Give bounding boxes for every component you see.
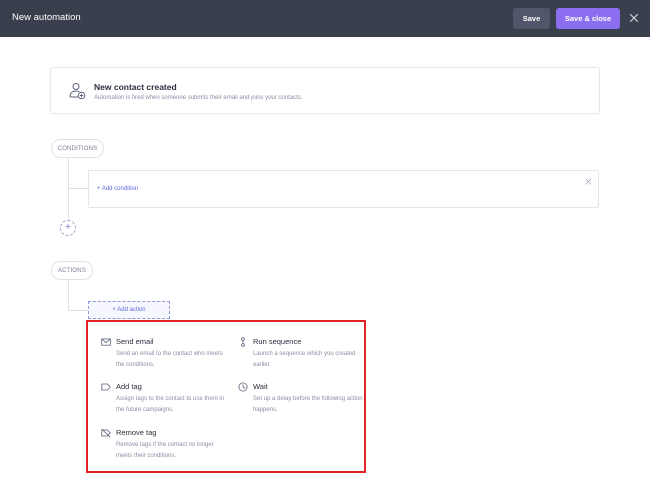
trigger-card[interactable]: New contact created Automation is fired … [50,67,600,114]
action-option-name: Run sequence [253,337,302,346]
trigger-description: Automation is fired when someone submits… [94,95,303,101]
add-branch-button[interactable]: + [60,220,76,236]
action-option-description: Set up a delay before the following acti… [253,396,363,413]
add-condition-link[interactable]: + Add condition [97,186,138,192]
action-option-description: Send an email to the contact who meets t… [116,351,223,368]
actions-label: ACTIONS [51,261,93,280]
action-option-name: Remove tag [116,428,157,437]
close-icon[interactable] [628,12,640,24]
close-icon[interactable] [585,178,592,185]
action-option-wait[interactable]: Wait Set up a delay before the following… [238,382,363,414]
conditions-box: + Add condition [88,170,599,208]
action-option-send-email[interactable]: Send email Send an email to the contact … [101,337,231,369]
action-option-name: Add tag [116,382,142,391]
envelope-icon [101,338,111,346]
connector-line [68,158,69,220]
user-add-icon [69,83,86,100]
tag-icon [101,383,111,391]
page-title: New automation [12,12,81,23]
plus-icon: + [65,222,71,233]
tag-remove-icon [101,428,111,438]
connector-line [68,310,88,311]
action-option-remove-tag[interactable]: Remove tag Remove tags if the contact no… [101,428,231,460]
action-option-name: Send email [116,337,154,346]
clock-icon [238,382,248,392]
action-option-name: Wait [253,382,268,391]
connector-line [68,188,88,189]
conditions-label: CONDITIONS [51,139,104,158]
action-option-description: Assign tags to the contact to use them i… [116,396,225,413]
add-action-button[interactable]: + Add action [88,301,170,319]
action-options-menu: Send email Send an email to the contact … [86,320,366,473]
action-option-description: Remove tags if the contact no longer mee… [116,442,214,459]
trigger-title: New contact created [94,82,177,92]
save-button[interactable]: Save [513,8,550,29]
action-option-add-tag[interactable]: Add tag Assign tags to the contact to us… [101,382,231,414]
top-bar: New automation Save Save & close [0,0,650,37]
save-and-close-button[interactable]: Save & close [556,8,620,29]
action-option-description: Launch a sequence which you created earl… [253,351,356,368]
connector-line [68,280,69,310]
sequence-icon [241,337,245,347]
action-option-run-sequence[interactable]: Run sequence Launch a sequence which you… [238,337,363,369]
